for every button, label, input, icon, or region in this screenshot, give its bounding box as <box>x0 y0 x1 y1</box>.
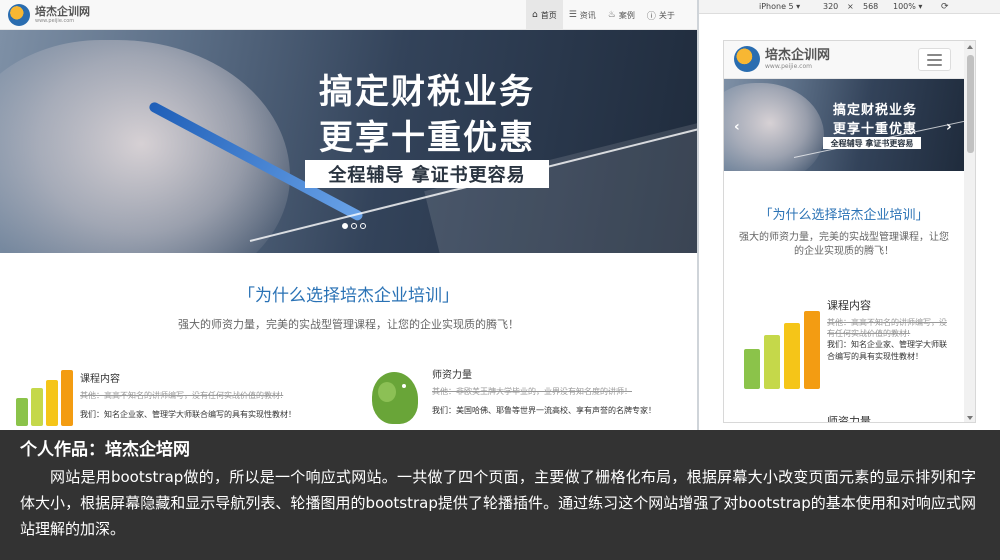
device-emulator: iPhone 5 ▾ 320 × 568 100% ▾ ⟳ 培杰企训网 www.… <box>699 0 1000 430</box>
fire-icon: ♨ <box>607 10 616 20</box>
mobile-feature-teachers-title: 师资力量 <box>827 415 871 423</box>
nav-item-news[interactable]: ☰ 资讯 <box>563 0 602 30</box>
feature-strike-text: 其他：高高不知名的讲师编写，没有任何实战价值的教材! <box>827 318 947 338</box>
carousel-indicator[interactable] <box>342 223 348 229</box>
zoom-select[interactable]: 100% ▾ <box>893 2 922 11</box>
feature-desc: 我们：美国哈佛、耶鲁等世界一流高校、享有声誉的名牌专家！ <box>432 406 656 415</box>
rotate-icon[interactable]: ⟳ <box>941 2 949 12</box>
banner-tagline: 全程辅导 拿证书更容易 <box>823 137 921 149</box>
bar-chart-bar <box>764 335 780 389</box>
elephant-ear <box>378 382 396 402</box>
hamburger-line <box>927 63 942 66</box>
mobile-navbar: 培杰企训网 www.peijie.com <box>724 41 964 79</box>
bar-chart-bar <box>31 388 43 426</box>
logo-title: 培杰企训网 <box>35 5 90 18</box>
caption-title: 个人作品：培杰企培网 <box>20 440 190 460</box>
home-icon: ⌂ <box>532 10 538 20</box>
scroll-down-arrow-icon[interactable] <box>967 416 973 420</box>
bar-chart-bar <box>784 323 800 389</box>
info-icon: ⓘ <box>646 11 656 22</box>
feature-desc: 我们：知名企业家、管理学大师联合编写的具有实现性教材！ <box>80 410 296 419</box>
nav-item-label: 案例 <box>618 10 635 20</box>
bar-chart-icon <box>744 311 820 389</box>
feature-title: 师资力量 <box>432 370 472 381</box>
logo-url: www.peijie.com <box>35 18 75 24</box>
why-subtitle: 强大的师资力量，完美的实战型管理课程，让您的企业实现质的腾飞！ <box>178 318 519 331</box>
width-field[interactable]: 320 <box>823 2 838 11</box>
banner-headline-1: 搞定财税业务 <box>832 103 917 118</box>
nav-list: ⌂ 首页 ☰ 资讯 ♨ 案例 ⓘ 关于 <box>526 0 681 30</box>
feature-desc: 我们：知名企业家、管理学大师联合编写的具有实现性教材！ <box>827 340 947 361</box>
elephant-eye <box>402 384 406 388</box>
device-frame: 培杰企训网 www.peijie.com 搞定财税业务 更享十重优惠 全程辅导 … <box>723 40 976 423</box>
hamburger-line <box>927 58 942 61</box>
desktop-preview: 培杰企训网 www.peijie.com ⌂ 首页 ☰ 资讯 ♨ 案例 ⓘ 关于… <box>0 0 697 430</box>
carousel-banner[interactable]: 搞定财税业务 更享十重优惠 全程辅导 拿证书更容易 <box>0 30 697 253</box>
feature-title: 课程内容 <box>827 299 871 312</box>
logo-mark-icon <box>8 4 30 26</box>
screenshot: 培杰企训网 www.peijie.com ⌂ 首页 ☰ 资讯 ♨ 案例 ⓘ 关于… <box>0 0 1000 560</box>
feature-teachers: 师资力量 其他：非欧美王牌大学毕业的，业界没有知名度的讲师！ 我们：美国哈佛、耶… <box>432 366 692 417</box>
mobile-viewport: 培杰企训网 www.peijie.com 搞定财税业务 更享十重优惠 全程辅导 … <box>724 41 964 423</box>
nav-item-label: 资讯 <box>579 10 596 20</box>
device-select[interactable]: iPhone 5 ▾ <box>759 2 800 11</box>
feature-title: 课程内容 <box>80 374 120 385</box>
bar-chart-bar <box>804 311 820 389</box>
nav-item-label: 关于 <box>658 10 675 20</box>
nav-item-label: 首页 <box>540 10 557 20</box>
carousel-indicator[interactable] <box>351 223 357 229</box>
mobile-why-heading: 「为什么选择培杰企业培训」 <box>759 208 929 223</box>
elephant-icon <box>372 372 418 424</box>
mobile-carousel-banner[interactable]: 搞定财税业务 更享十重优惠 全程辅导 拿证书更容易 ‹ › <box>724 79 964 171</box>
hamburger-menu-button[interactable] <box>918 48 951 71</box>
emulator-toolbar: iPhone 5 ▾ 320 × 568 100% ▾ ⟳ <box>699 0 1000 14</box>
logo-url: www.peijie.com <box>765 62 812 70</box>
navbar: 培杰企训网 www.peijie.com ⌂ 首页 ☰ 资讯 ♨ 案例 ⓘ 关于 <box>0 0 697 30</box>
bar-chart-icon <box>16 370 73 426</box>
mobile-feature-course: 课程内容 其他：高高不知名的讲师编写，没有任何实战价值的教材! 我们：知名企业家… <box>827 297 947 363</box>
feature-strike-text: 其他：非欧美王牌大学毕业的，业界没有知名度的讲师！ <box>432 387 632 396</box>
logo-title: 培杰企训网 <box>765 47 831 63</box>
mobile-scrollbar[interactable] <box>965 41 975 422</box>
dimension-separator: × <box>847 2 854 11</box>
bar-chart-bar <box>61 370 73 426</box>
height-field[interactable]: 568 <box>863 2 878 11</box>
portfolio-caption: 个人作品：培杰企培网 网站是用bootstrap做的，所以是一个响应式网站。一共… <box>0 430 1000 560</box>
nav-item-about[interactable]: ⓘ 关于 <box>641 0 681 30</box>
bar-chart-bar <box>744 349 760 389</box>
carousel-indicators <box>342 223 366 229</box>
nav-item-cases[interactable]: ♨ 案例 <box>602 0 641 30</box>
carousel-next-chevron-icon[interactable]: › <box>946 119 952 135</box>
list-icon: ☰ <box>568 10 577 20</box>
scroll-up-arrow-icon[interactable] <box>967 45 973 49</box>
banner-tagline: 全程辅导 拿证书更容易 <box>305 160 549 188</box>
mobile-site-logo[interactable]: 培杰企训网 www.peijie.com <box>734 46 831 72</box>
feature-strike-text: 其他：高高不知名的讲师编写，没有任何实战价值的教材! <box>80 391 284 400</box>
feature-course: 课程内容 其他：高高不知名的讲师编写，没有任何实战价值的教材! 我们：知名企业家… <box>80 370 350 421</box>
hamburger-line <box>927 53 942 56</box>
banner-headline-1: 搞定财税业务 <box>319 72 535 112</box>
bar-chart-bar <box>16 398 28 426</box>
bar-chart-bar <box>46 380 58 426</box>
caption-body: 网站是用bootstrap做的，所以是一个响应式网站。一共做了四个页面，主要做了… <box>20 468 976 538</box>
banner-headline-2: 更享十重优惠 <box>832 122 917 137</box>
logo-mark-icon <box>734 46 760 72</box>
scrollbar-thumb[interactable] <box>967 55 974 153</box>
why-heading: 「为什么选择培杰企业培训」 <box>238 286 459 306</box>
carousel-indicator[interactable] <box>360 223 366 229</box>
mobile-why-subtitle: 强大的师资力量，完美的实战型管理课程，让您的企业实现质的腾飞！ <box>739 232 949 257</box>
nav-item-home[interactable]: ⌂ 首页 <box>526 0 563 30</box>
site-logo[interactable]: 培杰企训网 www.peijie.com <box>8 3 90 27</box>
banner-headline-2: 更享十重优惠 <box>319 118 535 158</box>
carousel-prev-chevron-icon[interactable]: ‹ <box>734 119 740 135</box>
banner-photo-hand <box>0 40 290 253</box>
